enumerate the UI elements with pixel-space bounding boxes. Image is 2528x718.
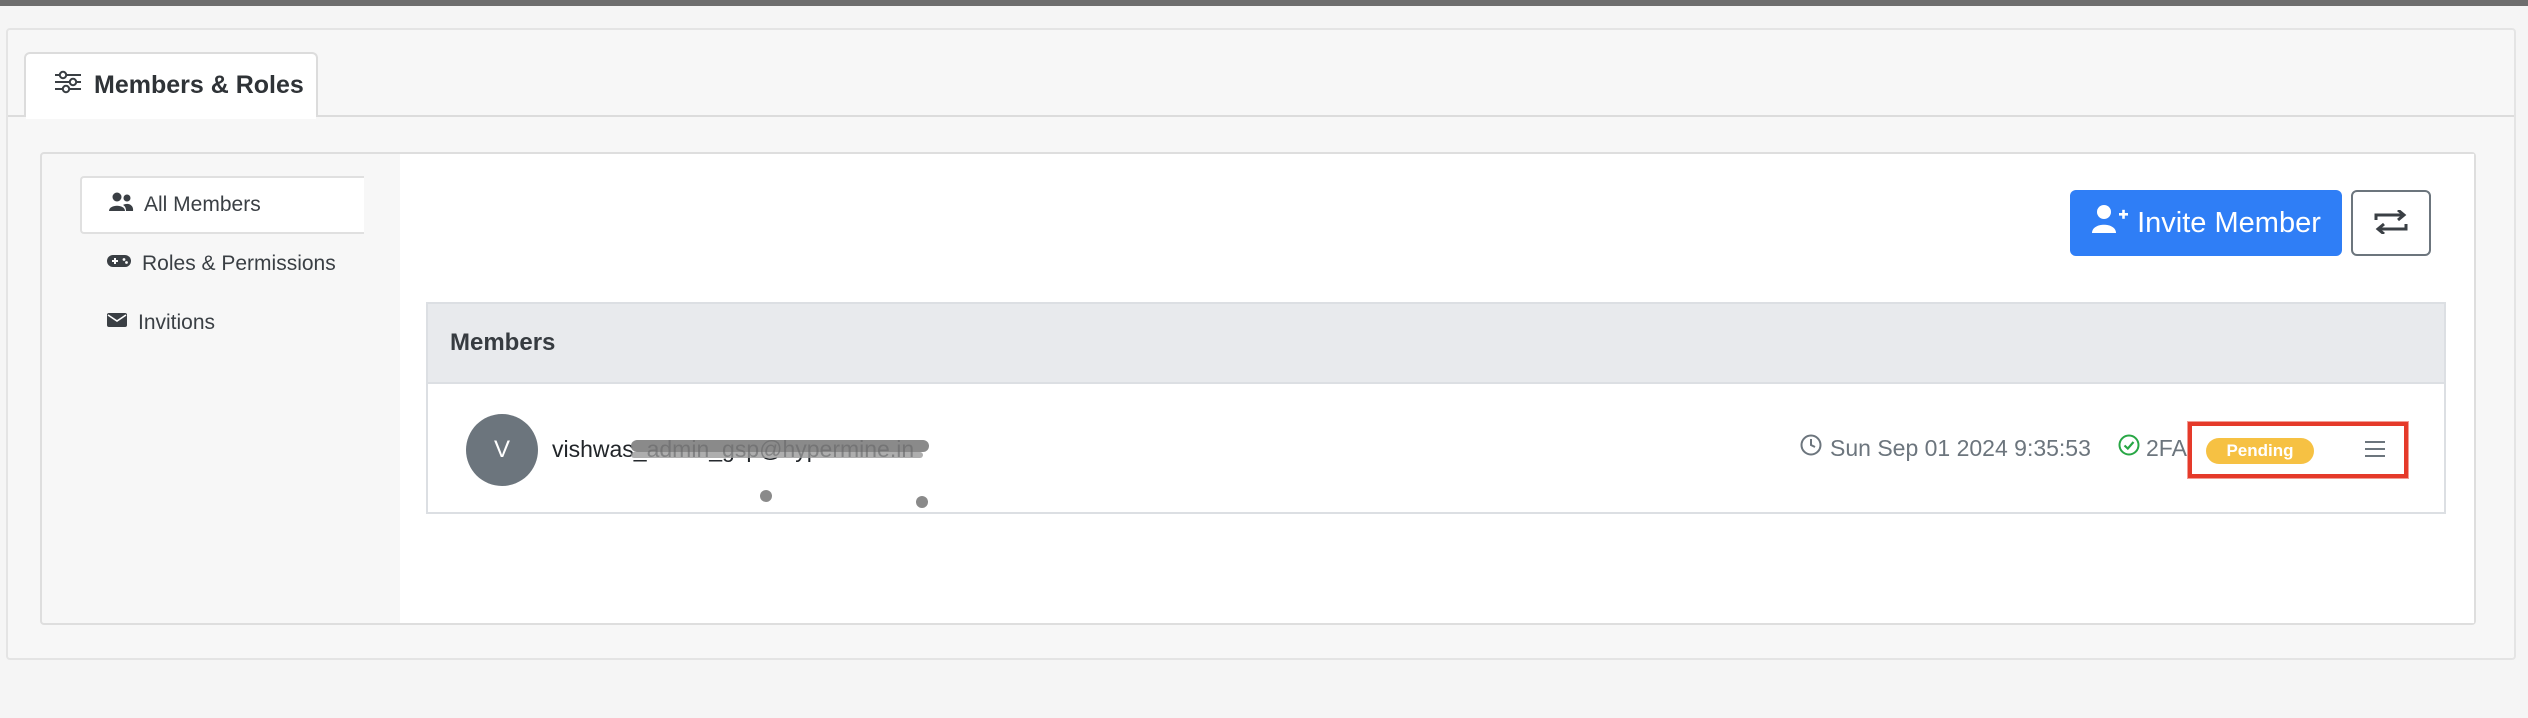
member-row: V vishwas_admin_gsp@hypermine.in Sun Sep… (426, 382, 2446, 514)
invite-member-button[interactable]: Invite Member (2070, 190, 2342, 256)
timestamp-text: Sun Sep 01 2024 9:35:53 (1830, 434, 2091, 461)
envelope-icon (106, 311, 128, 335)
clock-icon (1800, 434, 1822, 462)
twofa-label: 2FA (2146, 434, 2187, 461)
sidebar-item-label: All Members (144, 193, 261, 216)
redaction-dot (760, 490, 772, 502)
gamepad-icon (106, 252, 132, 276)
check-circle-icon (2118, 434, 2140, 462)
sidebar-item-label: Invitions (138, 311, 216, 334)
avatar-initial: V (493, 436, 510, 463)
transfer-arrows-icon (2373, 208, 2409, 237)
invite-member-label: Invite Member (2137, 206, 2321, 239)
member-timestamp: Sun Sep 01 2024 9:35:53 (1800, 434, 2091, 462)
highlight-annotation: Pending (2188, 422, 2408, 478)
members-card-header: Members (426, 302, 2446, 384)
tab-label: Members & Roles (94, 71, 304, 99)
tab-divider (8, 115, 2514, 117)
twofa-status: 2FA (2118, 434, 2187, 462)
sidebar-item-all-members[interactable]: All Members (80, 176, 364, 234)
top-window-border (0, 0, 2528, 6)
transfer-button[interactable] (2351, 190, 2431, 256)
user-plus-icon (2091, 204, 2129, 242)
users-icon (108, 192, 134, 218)
row-menu-button[interactable] (2360, 434, 2390, 466)
hamburger-icon (2363, 439, 2387, 462)
tab-members-roles[interactable]: Members & Roles (24, 52, 318, 117)
redaction-scribble (631, 452, 923, 458)
avatar: V (466, 414, 538, 486)
sliders-icon (54, 70, 82, 101)
tab-fill (26, 113, 316, 119)
status-badge: Pending (2206, 438, 2314, 464)
members-title: Members (450, 329, 556, 356)
redaction-scribble (631, 440, 929, 452)
sidebar-item-roles-permissions[interactable]: Roles & Permissions (80, 235, 364, 293)
redaction-dot (916, 496, 928, 508)
sidebar-item-label: Roles & Permissions (142, 252, 336, 275)
sidebar-item-invitations[interactable]: Invitions (80, 294, 364, 352)
